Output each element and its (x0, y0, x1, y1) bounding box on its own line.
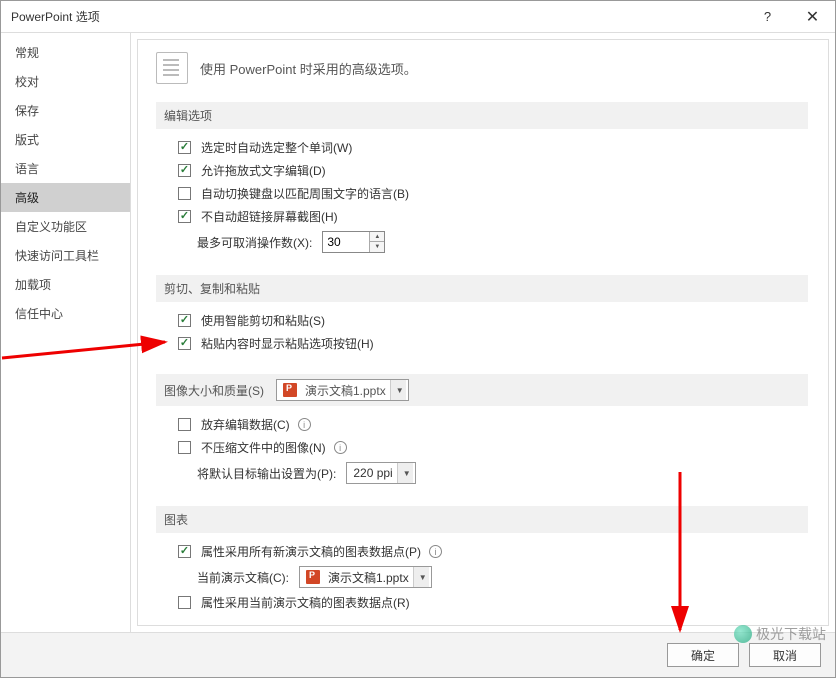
spinner-down[interactable]: ▼ (370, 242, 384, 252)
checkbox-discard-edit[interactable] (178, 418, 191, 431)
pptx-icon (283, 383, 297, 397)
checkbox-show-paste-options[interactable] (178, 337, 191, 350)
label-max-undo: 最多可取消操作数(X): (197, 234, 312, 251)
label-current-doc-points: 属性采用当前演示文稿的图表数据点(R) (201, 594, 410, 611)
section-image-title: 图像大小和质量(S) 演示文稿1.pptx ▼ (156, 374, 808, 406)
chevron-down-icon: ▼ (397, 463, 413, 483)
section-edit-title: 编辑选项 (156, 102, 808, 129)
dropdown-current-doc[interactable]: 演示文稿1.pptx ▼ (299, 566, 432, 588)
nav-trust-center[interactable]: 信任中心 (1, 299, 130, 328)
checkbox-allow-drag[interactable] (178, 164, 191, 177)
dropdown-current-doc-label: 演示文稿1.pptx (328, 569, 409, 586)
input-max-undo[interactable] (323, 232, 369, 252)
dropdown-image-target-doc[interactable]: 演示文稿1.pptx ▼ (276, 379, 409, 401)
pptx-icon (306, 570, 320, 584)
spinner-max-undo[interactable]: ▲ ▼ (322, 231, 385, 253)
label-no-auto-hyperlink: 不自动超链接屏幕截图(H) (201, 208, 338, 225)
section-chart-title: 图表 (156, 506, 808, 533)
checkbox-auto-select-word[interactable] (178, 141, 191, 154)
dropdown-image-target-doc-label: 演示文稿1.pptx (305, 382, 386, 399)
nav-qat[interactable]: 快速访问工具栏 (1, 241, 130, 270)
checkbox-no-auto-hyperlink[interactable] (178, 210, 191, 223)
nav-save[interactable]: 保存 (1, 96, 130, 125)
checkbox-smart-cutpaste[interactable] (178, 314, 191, 327)
help-button[interactable]: ? (745, 1, 790, 33)
label-current-doc: 当前演示文稿(C): (197, 569, 289, 586)
chevron-down-icon: ▼ (413, 567, 429, 587)
section-cutcopy-title: 剪切、复制和粘贴 (156, 275, 808, 302)
label-all-new-docs: 属性采用所有新演示文稿的图表数据点(P) (201, 543, 421, 560)
label-default-target: 将默认目标输出设置为(P): (197, 465, 336, 482)
nav-addins[interactable]: 加载项 (1, 270, 130, 299)
nav-language[interactable]: 语言 (1, 154, 130, 183)
label-discard-edit: 放弃编辑数据(C) (201, 416, 290, 433)
titlebar: PowerPoint 选项 ? ✕ (1, 1, 835, 33)
ok-button[interactable]: 确定 (667, 643, 739, 667)
label-allow-drag: 允许拖放式文字编辑(D) (201, 162, 326, 179)
header-text: 使用 PowerPoint 时采用的高级选项。 (200, 59, 417, 78)
spinner-up[interactable]: ▲ (370, 232, 384, 242)
dropdown-default-target-label: 220 ppi (353, 466, 392, 480)
nav-layout[interactable]: 版式 (1, 125, 130, 154)
section-image-title-text: 图像大小和质量(S) (164, 382, 264, 399)
sidebar: 常规 校对 保存 版式 语言 高级 自定义功能区 快速访问工具栏 加载项 信任中… (1, 33, 131, 632)
dropdown-default-target[interactable]: 220 ppi ▼ (346, 462, 415, 484)
checkbox-all-new-docs[interactable] (178, 545, 191, 558)
main-panel: 使用 PowerPoint 时采用的高级选项。 编辑选项 选定时自动选定整个单词… (137, 39, 829, 626)
dialog-title: PowerPoint 选项 (11, 8, 745, 25)
nav-customize-ribbon[interactable]: 自定义功能区 (1, 212, 130, 241)
label-auto-select-word: 选定时自动选定整个单词(W) (201, 139, 352, 156)
options-icon (156, 52, 188, 84)
info-icon[interactable]: i (334, 441, 347, 454)
info-icon[interactable]: i (429, 545, 442, 558)
nav-advanced[interactable]: 高级 (1, 183, 130, 212)
label-smart-cutpaste: 使用智能剪切和粘贴(S) (201, 312, 325, 329)
nav-proofing[interactable]: 校对 (1, 67, 130, 96)
footer: 确定 取消 (1, 632, 835, 677)
label-no-compress: 不压缩文件中的图像(N) (201, 439, 326, 456)
info-icon[interactable]: i (298, 418, 311, 431)
label-show-paste-options: 粘贴内容时显示粘贴选项按钮(H) (201, 335, 374, 352)
chevron-down-icon: ▼ (390, 380, 406, 400)
checkbox-auto-switch-keyboard[interactable] (178, 187, 191, 200)
nav-general[interactable]: 常规 (1, 38, 130, 67)
checkbox-no-compress[interactable] (178, 441, 191, 454)
checkbox-current-doc-points[interactable] (178, 596, 191, 609)
cancel-button[interactable]: 取消 (749, 643, 821, 667)
close-button[interactable]: ✕ (790, 1, 835, 33)
label-auto-switch-keyboard: 自动切换键盘以匹配周围文字的语言(B) (201, 185, 409, 202)
